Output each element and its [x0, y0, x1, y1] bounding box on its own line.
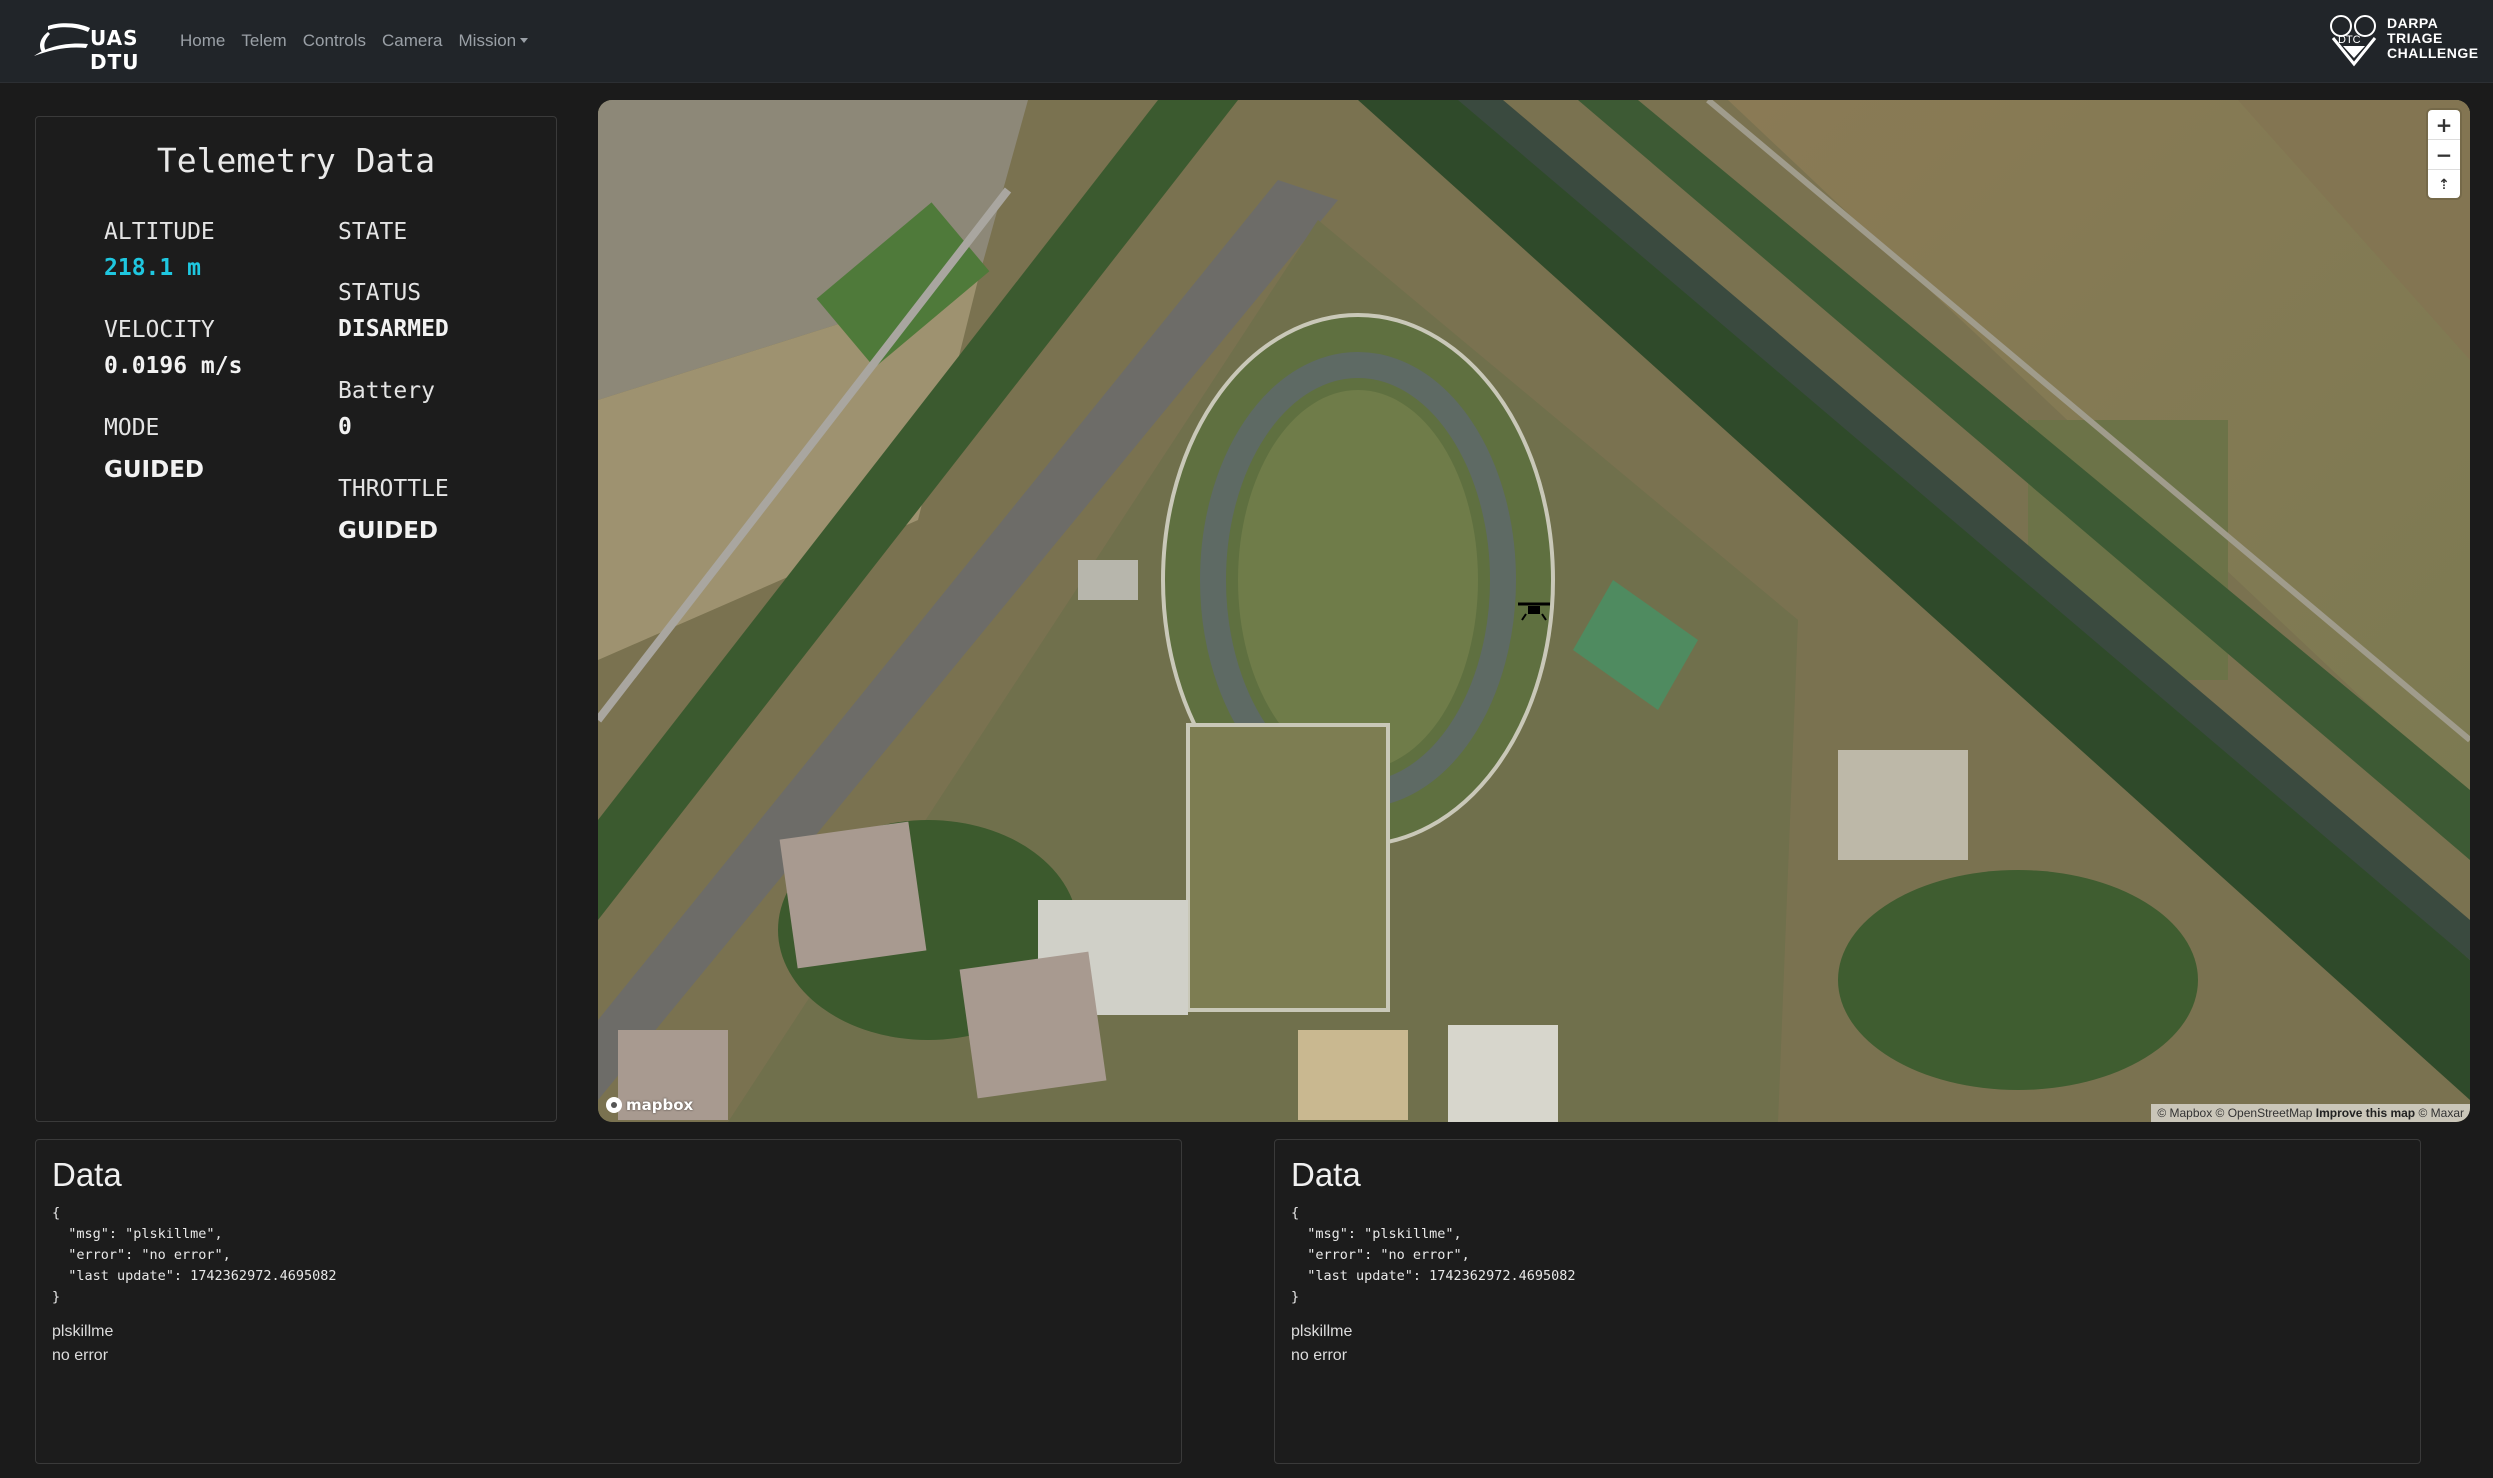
altitude-value: 218.1 m: [104, 255, 201, 281]
map-zoom-control: + − ⇡: [2428, 110, 2460, 198]
darpa-text: DARPA TRIAGE CHALLENGE: [2387, 16, 2479, 61]
compass-reset-button[interactable]: ⇡: [2428, 170, 2460, 199]
json-line: }: [1291, 1289, 1300, 1305]
json-line: }: [52, 1289, 61, 1305]
data-panel-left: Data { "msg": "plskillme", "error": "no …: [35, 1139, 1182, 1464]
zoom-out-button[interactable]: −: [2428, 140, 2460, 170]
battery-label: Battery: [338, 378, 435, 404]
telemetry-card: Telemetry Data ALTITUDE 218.1 m VELOCITY…: [35, 116, 557, 1122]
data-panel-title: Data: [52, 1156, 122, 1193]
attribution-osm[interactable]: © OpenStreetMap: [2216, 1106, 2313, 1120]
attribution-mapbox[interactable]: © Mapbox: [2157, 1106, 2212, 1120]
mode-label: MODE: [104, 415, 160, 441]
throttle-label: THROTTLE: [338, 476, 449, 502]
nav-camera[interactable]: Camera: [374, 31, 450, 51]
json-line: "msg": "plskillme",: [1291, 1226, 1462, 1242]
data-error: no error: [52, 1347, 109, 1364]
nav-mission-label: Mission: [458, 31, 517, 50]
brand-name: UAS DTU: [90, 26, 140, 74]
brand-logo[interactable]: UAS DTU: [28, 16, 178, 74]
attribution-improve[interactable]: Improve this map: [2316, 1106, 2415, 1120]
darpa-line-3: CHALLENGE: [2387, 45, 2479, 61]
json-line: {: [1291, 1205, 1300, 1221]
data-json-block: { "msg": "plskillme", "error": "no error…: [52, 1203, 336, 1308]
nav-telem[interactable]: Telem: [233, 31, 294, 51]
data-panel-title: Data: [1291, 1156, 1361, 1193]
dtc-label: DTC: [2338, 34, 2361, 46]
json-line: "last update": 1742362972.4695082: [1291, 1268, 1576, 1284]
state-label: STATE: [338, 219, 408, 245]
navbar: UAS DTU Home Telem Controls Camera Missi…: [0, 0, 2493, 83]
nav-controls[interactable]: Controls: [295, 31, 374, 51]
battery-value: 0: [338, 414, 352, 440]
mapbox-logo[interactable]: mapbox: [606, 1096, 693, 1114]
json-line: "error": "no error",: [1291, 1247, 1470, 1263]
mapbox-logo-icon: [606, 1097, 622, 1113]
mode-value: GUIDED: [104, 457, 205, 483]
throttle-value: GUIDED: [338, 518, 439, 544]
nav-home[interactable]: Home: [172, 31, 233, 51]
darpa-line-2: TRIAGE: [2387, 30, 2443, 46]
drone-marker-icon[interactable]: [1516, 600, 1552, 622]
data-msg: plskillme: [1291, 1323, 1353, 1340]
caret-down-icon: [520, 38, 529, 43]
data-error: no error: [1291, 1347, 1348, 1364]
velocity-label: VELOCITY: [104, 317, 215, 343]
data-panel-right: Data { "msg": "plskillme", "error": "no …: [1274, 1139, 2421, 1464]
telemetry-title: Telemetry Data: [156, 141, 436, 180]
zoom-in-button[interactable]: +: [2428, 110, 2460, 140]
mapbox-logo-text: mapbox: [626, 1096, 694, 1114]
nav-links: Home Telem Controls Camera Mission: [172, 0, 536, 82]
velocity-value: 0.0196 m/s: [104, 353, 243, 379]
altitude-label: ALTITUDE: [104, 219, 215, 245]
darpa-line-1: DARPA: [2387, 15, 2439, 31]
status-label: STATUS: [338, 280, 422, 306]
data-msg: plskillme: [52, 1323, 114, 1340]
json-line: "last update": 1742362972.4695082: [52, 1268, 337, 1284]
status-value: DISARMED: [338, 316, 449, 342]
json-line: "msg": "plskillme",: [52, 1226, 223, 1242]
json-line: {: [52, 1205, 61, 1221]
map-attribution: © Mapbox © OpenStreetMap Improve this ma…: [2151, 1104, 2470, 1122]
json-line: "error": "no error",: [52, 1247, 231, 1263]
attribution-maxar[interactable]: © Maxar: [2418, 1106, 2464, 1120]
satellite-map[interactable]: + − ⇡ mapbox © Mapbox © OpenStreetMap Im…: [598, 100, 2470, 1122]
nav-mission-dropdown[interactable]: Mission: [451, 31, 537, 51]
data-json-block: { "msg": "plskillme", "error": "no error…: [1291, 1203, 1575, 1308]
darpa-logo: DTC DARPA TRIAGE CHALLENGE: [2325, 12, 2478, 70]
